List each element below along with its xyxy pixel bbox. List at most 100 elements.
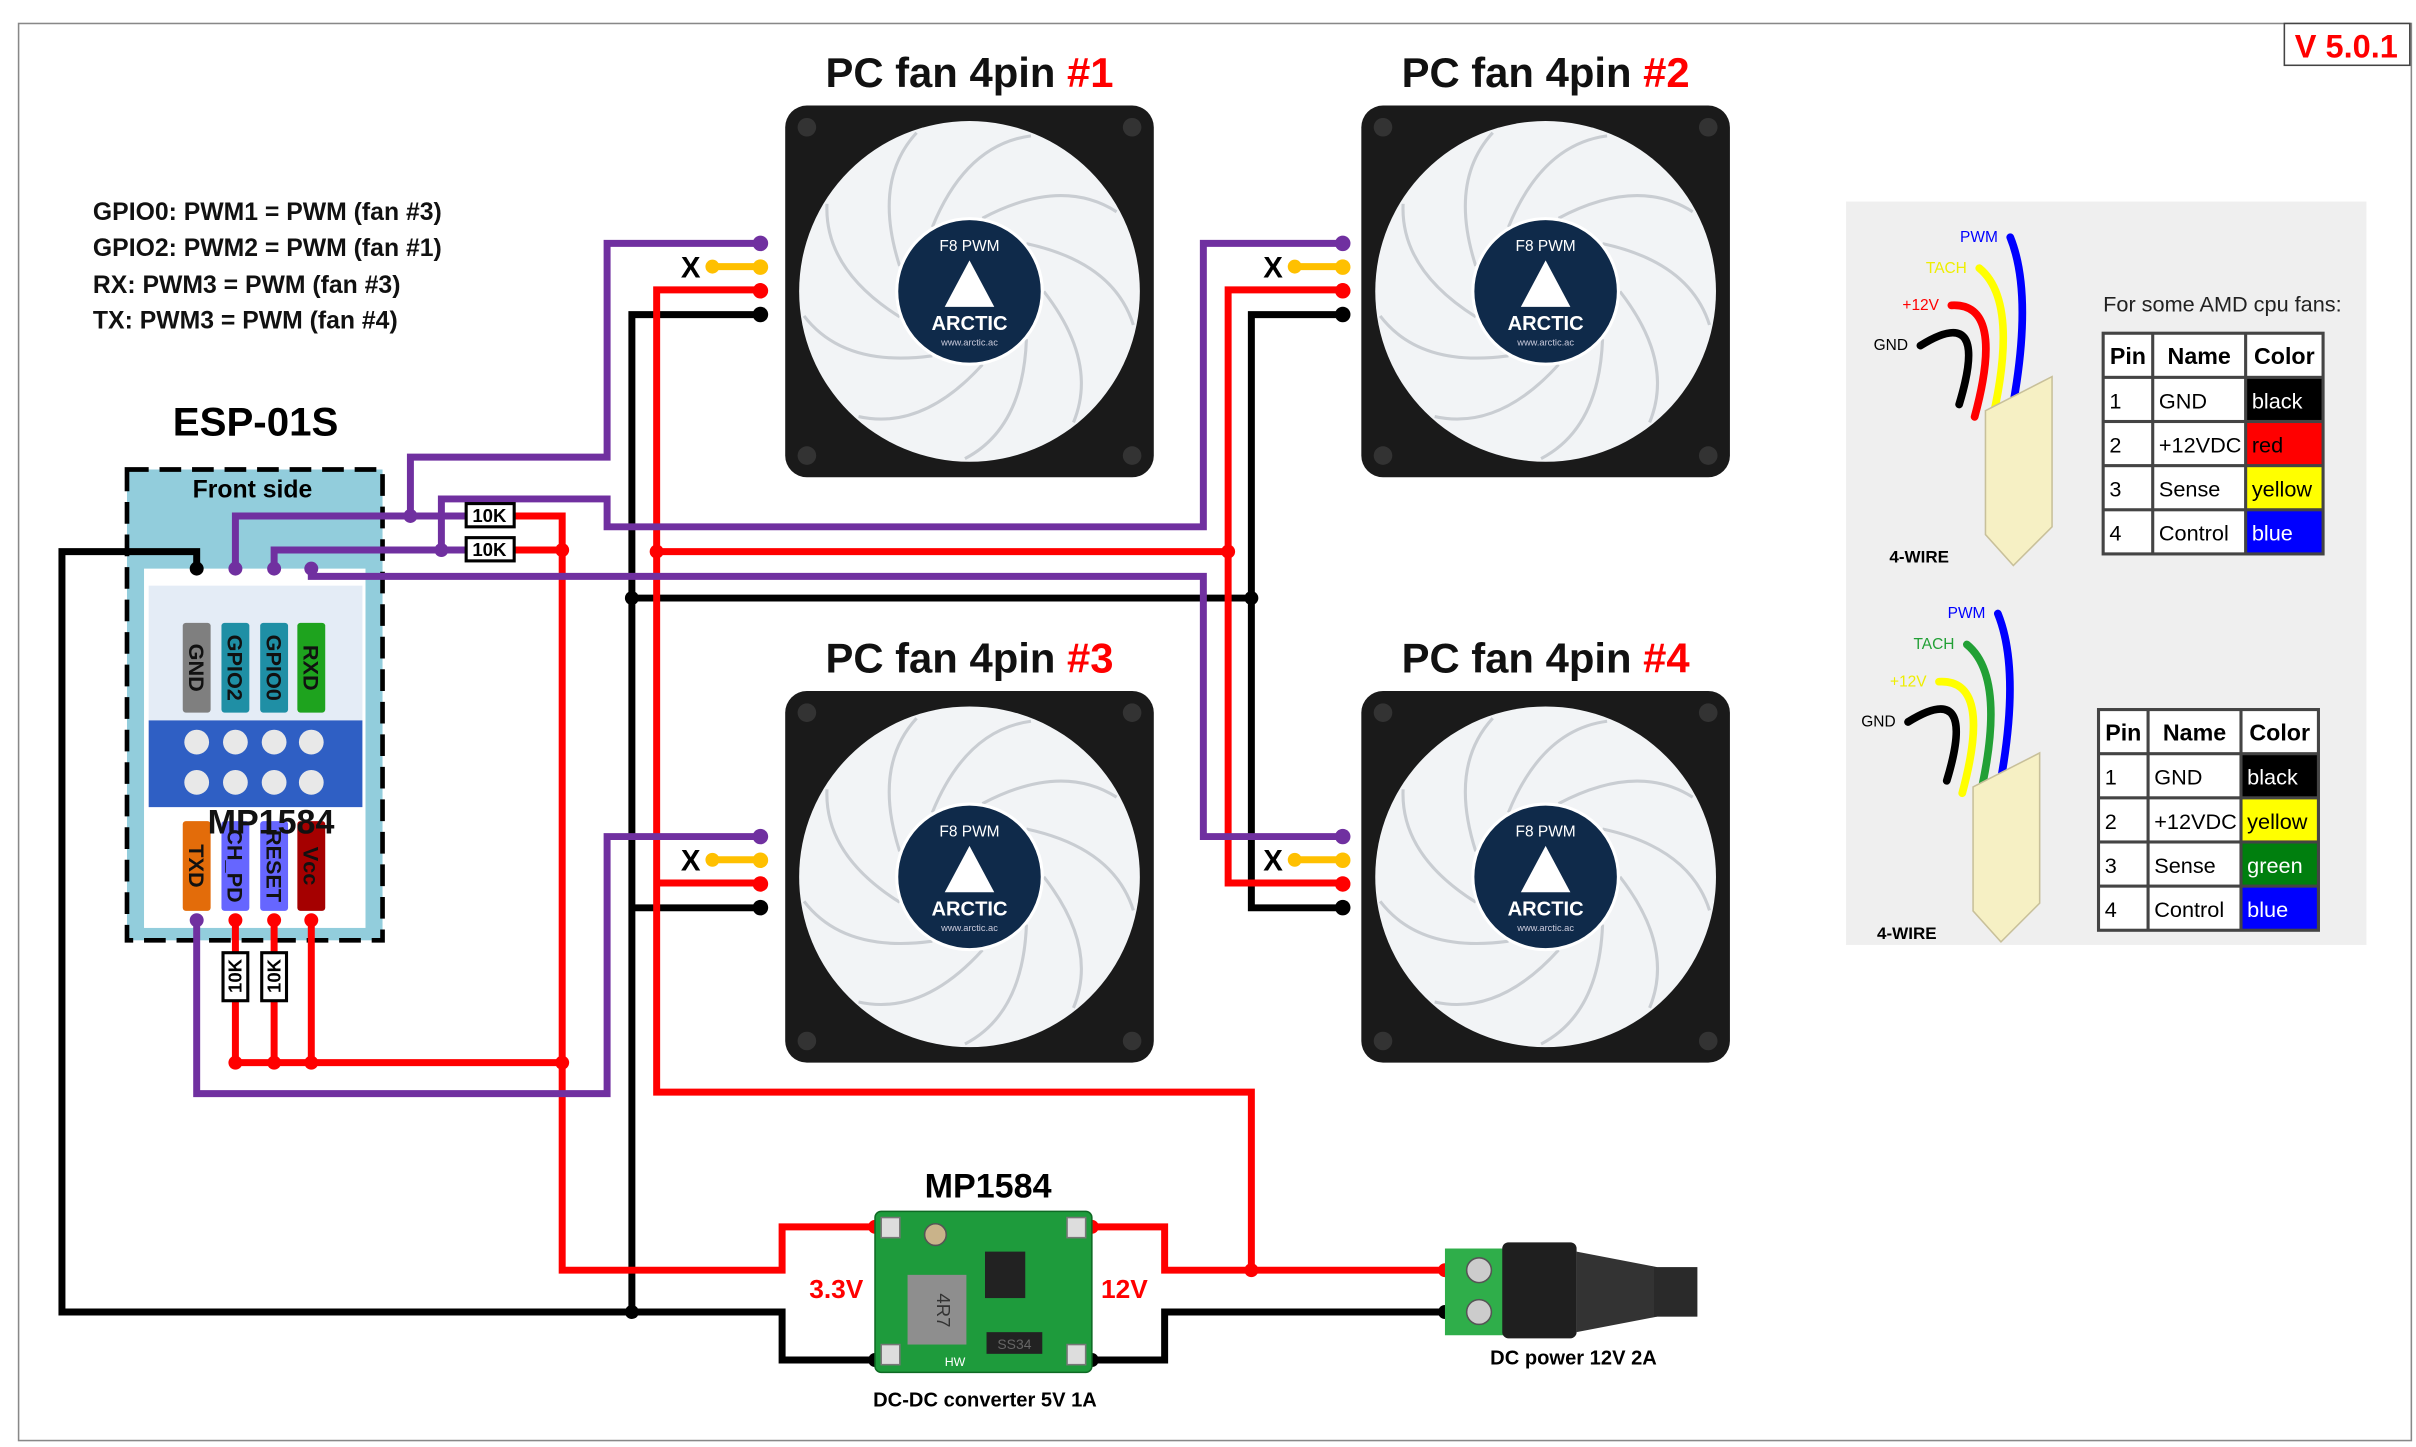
- fan-screw-hole: [1122, 446, 1142, 465]
- junction-dot: [228, 561, 243, 576]
- fan-brand: ARCTIC: [1508, 313, 1584, 335]
- fan-screw-hole: [1373, 1031, 1393, 1051]
- junction-dot: [1244, 591, 1259, 606]
- fan-screw-hole: [797, 446, 817, 465]
- table-cell-text: Control: [2159, 521, 2229, 546]
- header-pad: [223, 729, 248, 755]
- esp01s-module: ESP-01S Front side GND GPIO2 GPIO0 RXDTXD CH…: [124, 399, 385, 943]
- version-label: V 5.0.1: [2295, 29, 2398, 65]
- wire-label: +12V: [1890, 673, 1927, 690]
- esp-pin-label: RXD: [299, 645, 324, 691]
- fan-screw-hole: [1122, 117, 1142, 137]
- tach-end-dot: [705, 852, 720, 867]
- fan-title: PC fan 4pin #3: [825, 634, 1113, 681]
- minus-screw-icon: [1465, 1298, 1493, 1326]
- converter-caption: DC-DC converter 5V 1A: [873, 1389, 1097, 1411]
- header-pad: [223, 769, 248, 795]
- wiring-diagram: V 5.0.1 GPIO0: PWM1 = PWM (fan #3) GPIO2…: [17, 22, 2413, 1442]
- fan-number: #2: [1643, 49, 1689, 96]
- fan-brand: ARCTIC: [931, 899, 1007, 921]
- junction-dot: [189, 913, 204, 928]
- junction-dot: [304, 561, 319, 576]
- resistor-label: 10K: [263, 958, 284, 993]
- table-cell-text: Sense: [2159, 477, 2220, 502]
- esp-pin-label: GPIO0: [261, 635, 286, 701]
- fan-number: #4: [1643, 634, 1690, 681]
- fan-number: #1: [1067, 49, 1114, 96]
- table-cell-text: +12VDC: [2159, 432, 2242, 457]
- pinout-table: Pin Name Color 1 GND black 2 +12VDC yellow 3 Sense…: [2096, 708, 2320, 932]
- pad: [1066, 1216, 1087, 1239]
- junction-dot: [189, 561, 204, 576]
- junction-dot: [267, 913, 282, 928]
- fan-pin: [1334, 899, 1351, 916]
- input-voltage-label: 12V: [1101, 1274, 1148, 1304]
- converter-potentiometer: [923, 1222, 948, 1247]
- junction-dot: [649, 544, 664, 559]
- header-pad: [261, 729, 287, 755]
- table-header: Color: [2254, 343, 2315, 369]
- fan-model: F8 PWM: [939, 238, 999, 255]
- header-pad: [298, 729, 324, 755]
- fan-pin: [1334, 306, 1351, 323]
- connector-label: 4-WIRE: [1877, 924, 1937, 943]
- table-cell-text: GND: [2154, 765, 2202, 790]
- table-cell-text: blue: [2252, 521, 2293, 546]
- fan-screw-hole: [797, 1031, 817, 1051]
- fan-pin: [1334, 876, 1351, 892]
- table-cell-text: +12VDC: [2154, 809, 2237, 834]
- junction-dot: [1221, 544, 1236, 559]
- fan-url: www.arctic.ac: [1516, 923, 1574, 933]
- jack-body: [1502, 1242, 1577, 1339]
- table-cell-text: 4: [2105, 897, 2117, 922]
- fan-title-text: PC fan 4pin: [825, 634, 1067, 681]
- fan-brand: ARCTIC: [931, 313, 1007, 335]
- fan-pin: [752, 852, 769, 868]
- wire-label: GND: [1861, 714, 1895, 731]
- fan-url: www.arctic.ac: [1516, 338, 1574, 348]
- fan-pin: [1334, 235, 1351, 252]
- connector-label: 4-WIRE: [1889, 547, 1949, 566]
- converter-silk: HW: [945, 1355, 966, 1369]
- note-line: TX: PWM3 = PWM (fan #4): [93, 308, 398, 335]
- fan-pin: [752, 899, 769, 916]
- table-cell-text: red: [2252, 432, 2283, 457]
- wire-label: +12V: [1902, 297, 1939, 314]
- table-cell-text: 2: [2105, 809, 2117, 834]
- junction-dot: [624, 591, 639, 606]
- fan-pin: [752, 876, 769, 892]
- fan-pin: [752, 828, 769, 845]
- table-cell-text: 4: [2109, 521, 2121, 546]
- table-cell-text: 3: [2105, 853, 2117, 878]
- plus-screw-icon: [1465, 1257, 1493, 1284]
- fan-model: F8 PWM: [1516, 824, 1576, 841]
- table-cell-text: yellow: [2252, 477, 2313, 502]
- table-cell-text: Control: [2154, 897, 2224, 922]
- unused-mark: X: [1263, 845, 1283, 878]
- pinout-table: Pin Name Color 1 GND black 2 +12VDC red 3 Sense yel…: [2101, 331, 2325, 556]
- table-cell-text: green: [2247, 853, 2302, 878]
- fan-pin: [1334, 283, 1351, 299]
- table-cell-text: GND: [2159, 388, 2207, 413]
- fan-screw-hole: [1698, 446, 1718, 465]
- junction-dot: [555, 543, 570, 558]
- junction-dot: [267, 561, 282, 576]
- header-pad: [261, 769, 287, 795]
- note-line: GPIO0: PWM1 = PWM (fan #3): [93, 199, 442, 226]
- wire-label: TACH: [1926, 260, 1967, 277]
- fan-screw-hole: [1698, 703, 1718, 722]
- diode-label: SS34: [997, 1336, 1031, 1352]
- tach-end-dot: [705, 259, 720, 274]
- fan-model: F8 PWM: [1516, 238, 1576, 255]
- fan-pin: [752, 283, 769, 299]
- table-header: Pin: [2110, 343, 2146, 369]
- junction-dot: [1244, 1263, 1259, 1278]
- resistor-label: 10K: [472, 539, 507, 560]
- wire-label: PWM: [1948, 605, 1986, 622]
- fan-title: PC fan 4pin #1: [825, 49, 1113, 96]
- wire-label: GND: [1874, 337, 1908, 354]
- table-header: Name: [2168, 343, 2231, 369]
- table-cell-text: Sense: [2154, 853, 2215, 878]
- fan-model: F8 PWM: [939, 824, 999, 841]
- table-cell-text: 2: [2109, 432, 2121, 457]
